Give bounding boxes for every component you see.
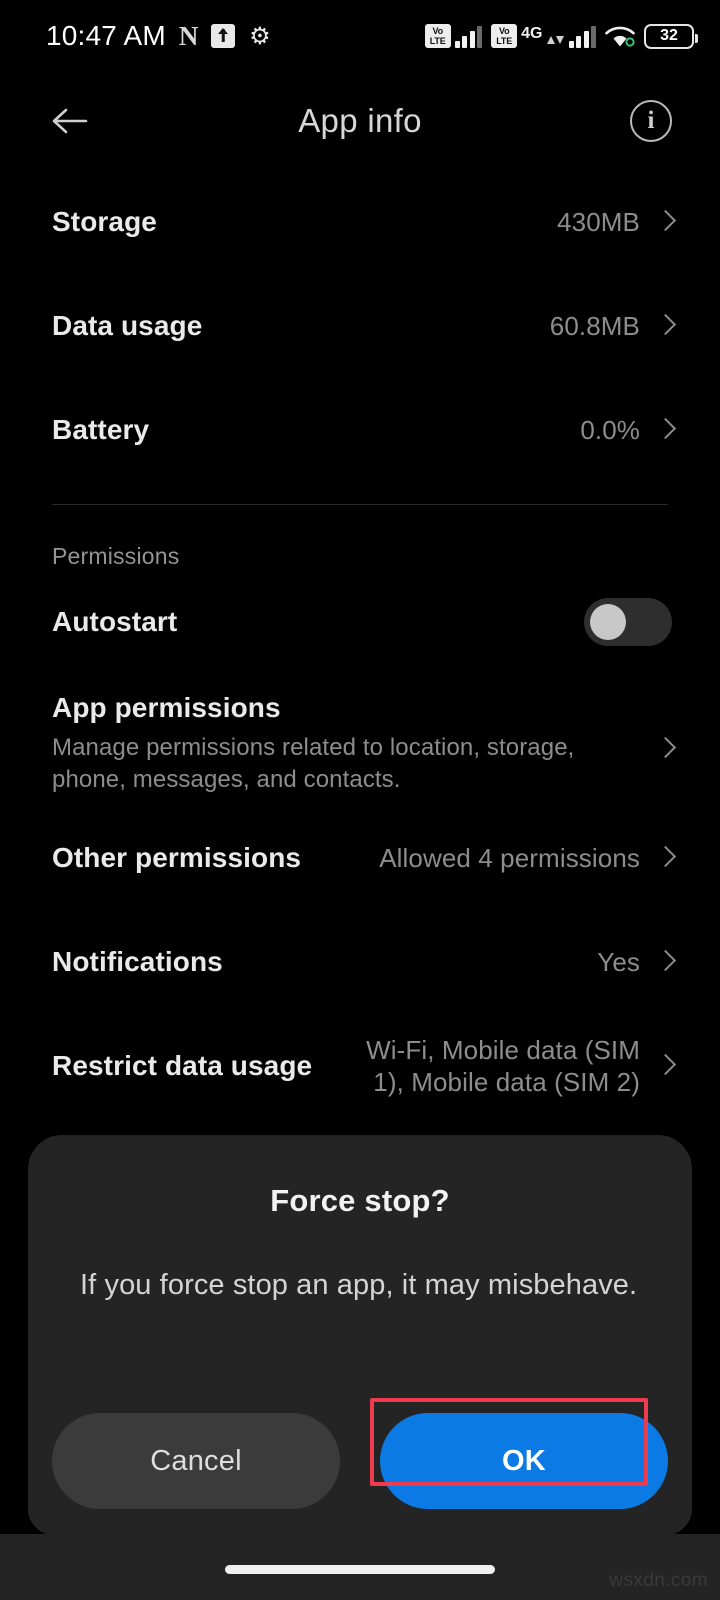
dialog-actions: Cancel OK: [28, 1413, 692, 1509]
row-title: Storage: [52, 206, 157, 237]
volte-bottom-text: LTE: [496, 36, 513, 46]
row-other-permissions[interactable]: Other permissions Allowed 4 permissions: [0, 806, 720, 910]
chevron-right-icon: [658, 845, 672, 871]
chevron-right-icon: [658, 417, 672, 443]
chevron-right-icon: [658, 949, 672, 975]
row-title: Notifications: [52, 946, 223, 977]
volte-icon-sim1: Vo LTE: [424, 24, 451, 48]
chevron-right-icon: [658, 313, 672, 339]
signal-bars-sim1: [454, 24, 483, 48]
volte-bottom-text: LTE: [429, 36, 446, 46]
status-bar-clock: 10:47 AM: [46, 20, 166, 51]
battery-percent-label: 32: [660, 27, 678, 44]
row-value: Yes: [597, 946, 640, 977]
row-value: 0.0%: [580, 414, 640, 445]
row-data-usage[interactable]: Data usage 60.8MB: [0, 274, 720, 378]
network-type-label: 4G: [521, 25, 543, 42]
volte-top-text: Vo: [498, 26, 510, 36]
upload-arrow-icon: [211, 24, 236, 48]
volte-top-text: Vo: [432, 26, 443, 36]
sim2-status: Vo LTE 4G: [491, 24, 596, 48]
battery-icon: 32: [644, 23, 698, 49]
row-title: Other permissions: [52, 842, 302, 873]
row-autostart[interactable]: Autostart: [0, 570, 720, 674]
cancel-button[interactable]: Cancel: [52, 1413, 340, 1509]
row-title: Restrict data usage: [52, 1050, 313, 1081]
status-bar: 10:47 AM N ⚙ Vo LTE Vo LTE 4G 32: [0, 0, 720, 72]
page-title: App info: [298, 102, 422, 139]
row-battery[interactable]: Battery 0.0%: [0, 378, 720, 482]
chevron-right-icon: [658, 1053, 672, 1079]
status-bar-right: Vo LTE Vo LTE 4G 32: [424, 23, 698, 49]
app-bar: App info i: [0, 72, 720, 170]
permissions-section-label: Permissions: [52, 543, 180, 569]
row-value: 60.8MB: [549, 310, 640, 341]
signal-bars-sim2: [568, 24, 596, 48]
netflix-icon: N: [178, 20, 199, 51]
toggle-knob: [590, 604, 626, 640]
ok-button[interactable]: OK: [380, 1413, 668, 1509]
row-title: Data usage: [52, 310, 203, 341]
status-bar-left: 10:47 AM N ⚙: [46, 22, 271, 50]
row-description: Manage permissions related to location, …: [52, 734, 575, 793]
force-stop-dialog: Force stop? If you force stop an app, it…: [28, 1135, 692, 1535]
gear-icon: ⚙: [249, 22, 271, 50]
settings-list: Storage 430MB Data usage 60.8MB Battery …: [0, 170, 720, 1118]
row-value: 430MB: [557, 206, 640, 237]
data-transfer-icon: [546, 24, 564, 48]
phone-screen: 10:47 AM N ⚙ Vo LTE Vo LTE 4G 32 App inf…: [0, 0, 720, 1600]
info-icon[interactable]: i: [630, 100, 672, 142]
info-glyph: i: [647, 107, 655, 134]
row-notifications[interactable]: Notifications Yes: [0, 910, 720, 1014]
row-title: App permissions: [52, 692, 281, 723]
sim1-status: Vo LTE: [424, 24, 483, 48]
row-value: Wi-Fi, Mobile data (SIM 1), Mobile data …: [366, 1034, 640, 1098]
row-title: Battery: [52, 414, 150, 445]
volte-icon-sim2: Vo LTE: [491, 24, 518, 48]
autostart-toggle[interactable]: [584, 598, 672, 646]
row-title: Autostart: [52, 606, 178, 637]
chevron-right-icon: [658, 209, 672, 235]
row-restrict-data-usage[interactable]: Restrict data usage Wi-Fi, Mobile data (…: [0, 1014, 720, 1118]
chevron-right-icon: [658, 736, 672, 762]
dialog-title: Force stop?: [270, 1183, 450, 1218]
wifi-icon: [605, 24, 635, 48]
row-app-permissions[interactable]: App permissions Manage permissions relat…: [0, 674, 720, 806]
home-indicator[interactable]: [225, 1565, 495, 1574]
row-storage[interactable]: Storage 430MB: [0, 170, 720, 274]
row-value: Allowed 4 permissions: [379, 842, 640, 873]
watermark: wsxdn.com: [609, 1570, 708, 1591]
dialog-message: If you force stop an app, it may misbeha…: [80, 1269, 638, 1301]
